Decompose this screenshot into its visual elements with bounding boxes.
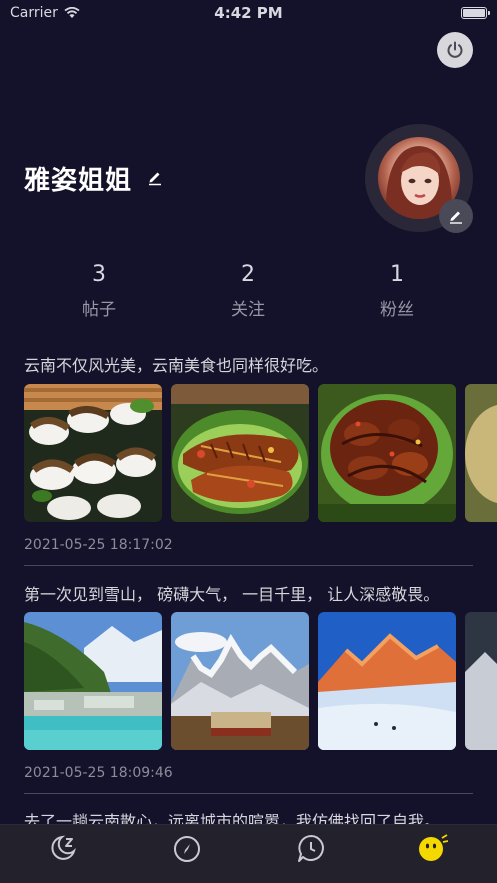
post-date: 2021-05-25 18:09:46	[24, 765, 173, 781]
smiley-face-icon[interactable]	[418, 833, 448, 863]
post-date: 2021-05-25 18:17:02	[24, 537, 173, 553]
post-text[interactable]: 第一次见到雪山， 磅礴大气， 一目千里， 让人深感敬畏。	[24, 581, 494, 605]
battery-icon	[461, 7, 490, 19]
power-button[interactable]	[437, 32, 473, 68]
profile-stats: 3 帖子 2 关注 1 粉丝	[24, 262, 474, 324]
mountain-photo-partial[interactable]	[465, 612, 497, 750]
post-photo-row	[24, 612, 497, 750]
edit-avatar-button[interactable]	[439, 199, 473, 233]
food-photo-partial[interactable]	[465, 384, 497, 522]
chat-bubble-icon[interactable]	[296, 833, 326, 863]
sushi-photo[interactable]	[24, 384, 162, 522]
sunset-snow-peak-photo[interactable]	[318, 612, 456, 750]
stat-posts-label: 帖子	[82, 300, 116, 320]
stat-following-count: 2	[241, 262, 255, 287]
post-photo-row	[24, 384, 497, 522]
status-bar-left: Carrier	[10, 5, 80, 21]
pencil-icon	[450, 211, 462, 224]
wifi-icon	[64, 7, 80, 18]
roast-meat-photo[interactable]	[318, 384, 456, 522]
moon-sleep-icon[interactable]	[48, 833, 78, 863]
stat-posts-count: 3	[92, 262, 106, 287]
stat-followers-count: 1	[390, 262, 404, 287]
carrier-label: Carrier	[10, 5, 58, 21]
stat-posts[interactable]: 3 帖子	[44, 262, 154, 320]
grilled-fish-photo[interactable]	[171, 384, 309, 522]
power-icon	[447, 41, 463, 58]
edit-name-icon[interactable]	[146, 168, 164, 186]
blue-moon-valley-photo[interactable]	[24, 612, 162, 750]
post-text[interactable]: 云南不仅风光美，云南美食也同样很好吃。	[24, 352, 494, 376]
profile-name: 雅姿姐姐	[24, 166, 133, 196]
stat-following[interactable]: 2 关注	[193, 262, 303, 320]
status-bar: Carrier 4:42 PM	[0, 0, 497, 26]
snow-mountain-photo[interactable]	[171, 612, 309, 750]
tab-bar	[0, 824, 497, 883]
compass-icon[interactable]	[172, 833, 202, 863]
stat-followers-label: 粉丝	[380, 300, 414, 320]
post-divider	[24, 565, 473, 566]
post-divider	[24, 793, 473, 794]
stat-following-label: 关注	[231, 300, 265, 320]
stat-followers[interactable]: 1 粉丝	[342, 262, 452, 320]
